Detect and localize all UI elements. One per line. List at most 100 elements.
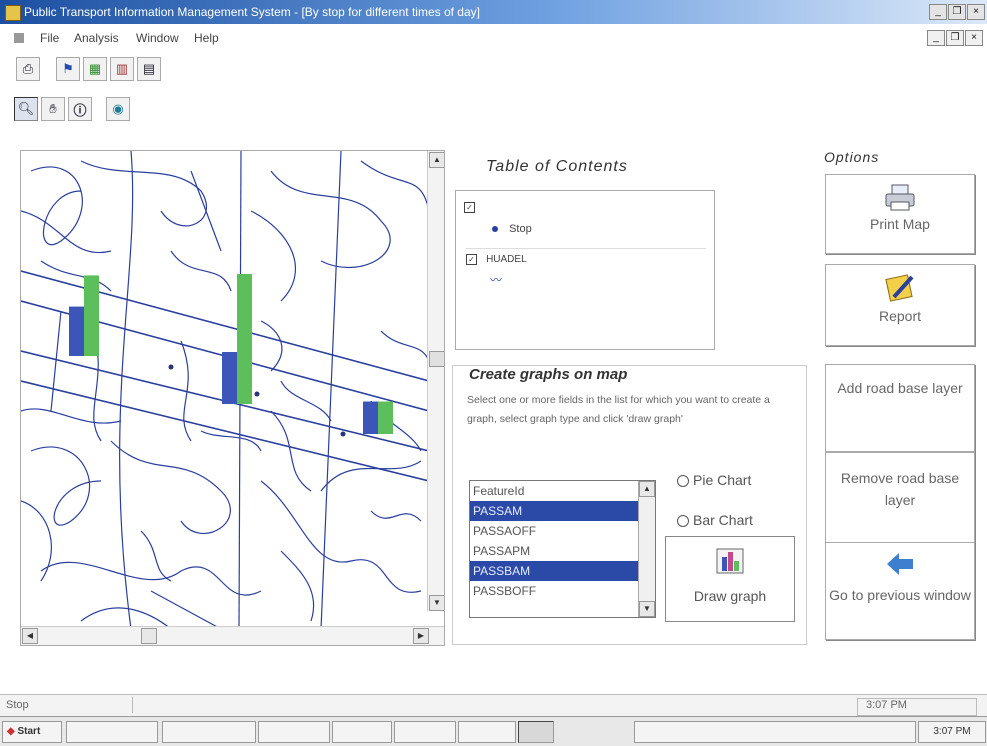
field-list[interactable]: FeatureId PASSAM PASSAOFF PASSAPM PASSBA… bbox=[469, 480, 656, 618]
back-arrow-icon bbox=[887, 553, 913, 575]
bar-chart-radio[interactable]: Bar Chart bbox=[677, 512, 753, 528]
chart-icon[interactable]: ▥ bbox=[110, 57, 134, 81]
table-of-contents[interactable]: ✓ Stop ✓ HUADEL 〰 bbox=[455, 190, 715, 350]
document-icon bbox=[14, 33, 24, 43]
go-to-previous-window-label: Go to previous window bbox=[829, 587, 971, 603]
remove-road-base-layer-button[interactable]: Remove road base layer bbox=[825, 452, 975, 544]
road-symbol-icon: 〰 bbox=[490, 273, 503, 287]
field-item[interactable]: PASSAOFF bbox=[470, 521, 638, 541]
flag-icon[interactable]: ⚑ bbox=[56, 57, 80, 81]
stop-graph-bar bbox=[222, 352, 237, 404]
list-scroll-down-icon[interactable]: ▼ bbox=[639, 601, 655, 617]
bar-chart-label: Bar Chart bbox=[693, 512, 753, 528]
toc-title: Table of Contents bbox=[486, 158, 628, 175]
windows-logo-icon: ◆ bbox=[7, 726, 15, 737]
field-item[interactable]: PASSAM bbox=[470, 501, 638, 521]
add-road-base-layer-label: Add road base layer bbox=[837, 380, 963, 396]
taskbar-app[interactable] bbox=[258, 721, 330, 743]
minimize-button[interactable]: _ bbox=[929, 4, 947, 20]
menu-file[interactable]: File bbox=[40, 31, 59, 45]
taskbar-clock: 3:07 PM bbox=[918, 721, 986, 743]
create-graph-panel: Create graphs on map Select one or more … bbox=[452, 365, 807, 645]
print-map-button[interactable]: Print Map bbox=[825, 174, 975, 254]
pie-chart-label: Pie Chart bbox=[693, 472, 752, 488]
taskbar-app-active[interactable] bbox=[518, 721, 554, 743]
map-horizontal-scrollbar[interactable]: ◀ ▶ bbox=[21, 626, 444, 645]
scroll-up-icon[interactable]: ▲ bbox=[429, 152, 444, 168]
taskbar: ◆ Start 3:07 PM bbox=[0, 716, 987, 746]
stop-graphs bbox=[69, 274, 393, 434]
stop-graph-bar bbox=[363, 401, 378, 434]
pan-icon[interactable]: ✋︎ bbox=[41, 97, 65, 121]
graph-icon bbox=[716, 548, 744, 574]
report-icon bbox=[885, 274, 914, 302]
graph-panel-description: Select one or more fields in the list fo… bbox=[467, 394, 770, 425]
taskbar-app[interactable] bbox=[332, 721, 392, 743]
taskbar-app[interactable] bbox=[394, 721, 456, 743]
layer-huadel-label: HUADEL bbox=[486, 254, 527, 265]
draw-graph-button[interactable]: Draw graph bbox=[665, 536, 795, 622]
graph-panel-title: Create graphs on map bbox=[469, 366, 628, 383]
menu-help[interactable]: Help bbox=[194, 31, 219, 45]
field-item[interactable]: PASSBAM bbox=[470, 561, 638, 581]
print-map-label: Print Map bbox=[870, 216, 930, 232]
stop-graph-bar bbox=[378, 401, 393, 434]
pie-chart-radio[interactable]: Pie Chart bbox=[677, 472, 751, 488]
printer-icon bbox=[885, 184, 915, 211]
layer-huadel-checkbox[interactable]: ✓ bbox=[466, 254, 477, 265]
quick-launch[interactable] bbox=[66, 721, 158, 743]
layer-stop-label: Stop bbox=[509, 223, 532, 235]
taskbar-app[interactable] bbox=[458, 721, 516, 743]
field-item[interactable]: PASSBOFF bbox=[470, 581, 638, 601]
go-to-previous-window-button[interactable]: Go to previous window bbox=[825, 542, 975, 640]
map-vertical-scrollbar[interactable]: ▲ ▼ bbox=[427, 151, 444, 611]
scroll-thumb-horizontal[interactable] bbox=[141, 628, 157, 644]
stop-marker-icon bbox=[492, 226, 498, 232]
stop-graph-bar bbox=[69, 306, 84, 356]
info-icon[interactable]: ⓘ bbox=[68, 97, 92, 121]
start-button[interactable]: ◆ Start bbox=[2, 721, 62, 743]
field-item[interactable]: PASSAPM bbox=[470, 541, 638, 561]
zoom-icon[interactable]: 🔍︎ bbox=[14, 97, 38, 121]
child-minimize-button[interactable]: _ bbox=[927, 30, 945, 46]
scroll-left-icon[interactable]: ◀ bbox=[22, 628, 38, 644]
scroll-thumb[interactable] bbox=[429, 351, 444, 367]
window-title: Public Transport Information Management … bbox=[24, 5, 480, 19]
menu-window[interactable]: Window bbox=[136, 31, 179, 45]
status-text: Stop bbox=[6, 699, 29, 711]
print-icon[interactable]: ⎙ bbox=[16, 57, 40, 81]
draw-graph-label: Draw graph bbox=[693, 588, 767, 604]
child-restore-button[interactable]: ❐ bbox=[946, 30, 964, 46]
app-icon bbox=[5, 5, 21, 21]
status-time: 3:07 PM bbox=[857, 698, 977, 716]
scroll-right-icon[interactable]: ▶ bbox=[413, 628, 429, 644]
field-list-scrollbar[interactable]: ▲ ▼ bbox=[638, 481, 655, 617]
restore-button[interactable]: ❐ bbox=[948, 4, 966, 20]
report-button[interactable]: Report bbox=[825, 264, 975, 346]
document-icon[interactable]: ▤ bbox=[137, 57, 161, 81]
report-label: Report bbox=[878, 308, 922, 324]
globe-icon[interactable]: ◉ bbox=[106, 97, 130, 121]
title-bar: Public Transport Information Management … bbox=[0, 0, 987, 24]
taskbar-app[interactable] bbox=[162, 721, 256, 743]
status-bar: Stop 3:07 PM bbox=[0, 694, 987, 716]
system-tray bbox=[634, 721, 916, 743]
child-close-button[interactable]: × bbox=[965, 30, 983, 46]
stop-markers bbox=[168, 364, 346, 437]
stop-graph-bar bbox=[84, 275, 99, 356]
add-road-base-layer-button[interactable]: Add road base layer bbox=[825, 364, 975, 452]
menu-bar: File Analysis Window Help _ ❐ × bbox=[0, 24, 987, 52]
radio-icon bbox=[677, 515, 689, 528]
main-toolbar: ⎙ ⚑ ▦ ▥ ▤ bbox=[16, 56, 161, 82]
map-view[interactable]: ▲ ▼ ◀ ▶ bbox=[20, 150, 445, 646]
field-item[interactable]: FeatureId bbox=[470, 481, 638, 501]
map-canvas[interactable] bbox=[21, 151, 429, 629]
menu-analysis[interactable]: Analysis bbox=[74, 31, 119, 45]
layer-stop-checkbox[interactable]: ✓ bbox=[464, 202, 475, 213]
remove-road-base-layer-label: Remove road base layer bbox=[840, 470, 960, 508]
stop-graph-bar bbox=[237, 274, 252, 404]
layers-icon[interactable]: ▦ bbox=[83, 57, 107, 81]
close-button[interactable]: × bbox=[967, 4, 985, 20]
list-scroll-up-icon[interactable]: ▲ bbox=[639, 481, 655, 497]
scroll-down-icon[interactable]: ▼ bbox=[429, 595, 444, 611]
